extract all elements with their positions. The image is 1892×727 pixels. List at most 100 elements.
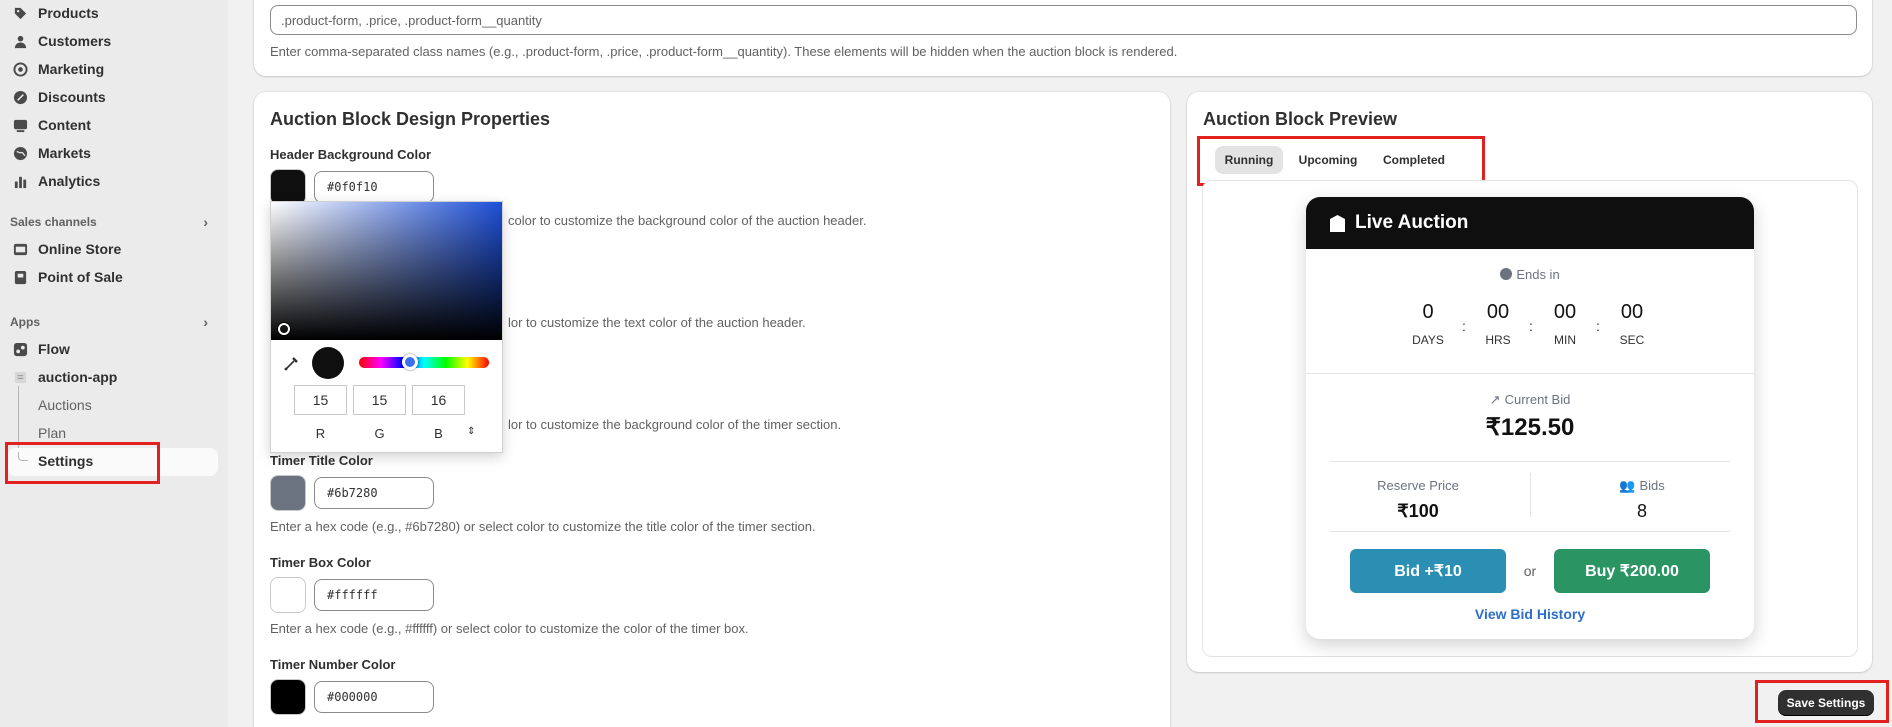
reserve-price-value: ₹100 <box>1397 501 1439 521</box>
people-icon: 👥 <box>1619 478 1636 493</box>
timer-days: 0 <box>1422 301 1434 323</box>
ends-in-label: Ends in <box>1516 267 1560 282</box>
timer-box-help: Enter a hex code (e.g., #ffffff) or sele… <box>270 621 749 636</box>
header-bg-hex-input[interactable]: #0f0f10 <box>314 171 434 203</box>
divider <box>1330 461 1730 462</box>
sidebar-item-content[interactable]: Content <box>10 112 218 138</box>
timer-title-hex-input[interactable]: #6b7280 <box>314 477 434 509</box>
green-input[interactable]: 15 <box>353 385 406 415</box>
trending-up-icon: ↗ <box>1489 392 1501 407</box>
timer-seconds: 00 <box>1620 301 1644 323</box>
sidebar-item-point-of-sale[interactable]: Point of Sale <box>10 264 218 290</box>
sidebar-item-label: Products <box>38 5 99 21</box>
saturation-area[interactable] <box>271 202 502 340</box>
current-bid-label-row: ↗ Current Bid <box>1306 392 1754 408</box>
timer-title-label: Timer Title Color <box>270 453 373 468</box>
divider <box>1330 531 1730 532</box>
format-toggle-icon[interactable]: ⇕ <box>467 426 475 437</box>
app-icon <box>12 369 28 385</box>
sidebar-item-products[interactable]: Products <box>10 0 218 26</box>
header-bg-label: Header Background Color <box>270 147 432 162</box>
timer-hours: 00 <box>1486 301 1510 323</box>
target-icon <box>12 61 28 77</box>
design-card-title: Auction Block Design Properties <box>270 109 551 129</box>
or-text: or <box>1523 563 1537 579</box>
sidebar-subitem-auctions[interactable]: Auctions <box>38 397 92 413</box>
sidebar: Products Customers Marketing Discounts C… <box>0 0 228 727</box>
sidebar-item-label: Flow <box>38 341 70 357</box>
sidebar-item-markets[interactable]: Markets <box>10 140 218 166</box>
blue-input[interactable]: 16 <box>412 385 465 415</box>
timer-box-label: Timer Box Color <box>270 555 371 570</box>
sidebar-item-label: Point of Sale <box>38 269 123 285</box>
apps-heading[interactable]: Apps › <box>10 314 208 330</box>
timer-number-hex-input[interactable]: #000000 <box>314 681 434 713</box>
timer-days-label: DAYS <box>1412 333 1444 347</box>
green-label: G <box>374 426 385 441</box>
header-text-help: lor to customize the text color of the a… <box>508 315 806 330</box>
hide-elements-help: Enter comma-separated class names (e.g.,… <box>270 44 1178 59</box>
timer-number-label: Timer Number Color <box>270 657 396 672</box>
sidebar-item-label: Customers <box>38 33 112 49</box>
sidebar-item-label: Online Store <box>38 241 122 257</box>
divider <box>1306 373 1754 374</box>
tag-icon <box>1330 214 1345 232</box>
sidebar-item-label: Analytics <box>38 173 101 189</box>
auction-header-title: Live Auction <box>1355 212 1469 233</box>
blue-label: B <box>434 426 443 441</box>
highlight-box <box>5 442 160 484</box>
chevron-right-icon: › <box>203 314 208 330</box>
timer-number-swatch[interactable] <box>270 679 306 715</box>
discount-icon <box>12 89 28 105</box>
timer-separator: : <box>1462 318 1466 334</box>
current-bid-label: Current Bid <box>1504 392 1571 407</box>
hue-handle[interactable] <box>402 354 418 370</box>
flow-icon <box>12 341 28 357</box>
timer-minutes: 00 <box>1553 301 1577 323</box>
ends-in: Ends in <box>1306 267 1754 282</box>
timer-title-swatch[interactable] <box>270 475 306 511</box>
view-bid-history-link[interactable]: View Bid History <box>1306 606 1754 622</box>
sidebar-item-label: Marketing <box>38 61 105 77</box>
red-input[interactable]: 15 <box>294 385 347 415</box>
sidebar-item-analytics[interactable]: Analytics <box>10 168 218 194</box>
auction-block: Live Auction Ends in 0 DAYS : 00 HRS : 0… <box>1306 197 1754 639</box>
saturation-handle[interactable] <box>278 323 290 335</box>
timer-seconds-label: SEC <box>1619 333 1645 347</box>
eyedropper-icon[interactable] <box>283 354 301 372</box>
hue-slider[interactable] <box>359 357 489 368</box>
tag-icon <box>12 5 28 21</box>
header-bg-help: color to customize the background color … <box>508 213 867 228</box>
current-bid-value: ₹125.50 <box>1485 414 1575 441</box>
buy-button[interactable]: Buy ₹200.00 <box>1554 549 1710 593</box>
timer-box-hex-input[interactable]: #ffffff <box>314 579 434 611</box>
person-icon <box>12 33 28 49</box>
header-bg-swatch[interactable] <box>270 169 306 205</box>
hide-elements-input[interactable]: .product-form, .price, .product-form__qu… <box>270 5 1857 35</box>
sidebar-item-label: Markets <box>38 145 91 161</box>
sidebar-subitem-plan[interactable]: Plan <box>38 425 66 441</box>
current-color-swatch <box>312 347 344 379</box>
timer-hours-label: HRS <box>1485 333 1511 347</box>
sales-channels-heading[interactable]: Sales channels › <box>10 214 208 230</box>
sidebar-item-discounts[interactable]: Discounts <box>10 84 218 110</box>
timer-title-help: Enter a hex code (e.g., #6b7280) or sele… <box>270 519 816 534</box>
bids-label: Bids <box>1639 478 1665 493</box>
color-picker-popover: 15 15 16 R G B ⇕ <box>270 201 503 453</box>
sidebar-item-customers[interactable]: Customers <box>10 28 218 54</box>
sidebar-item-label: Discounts <box>38 89 106 105</box>
timer-box-swatch[interactable] <box>270 577 306 613</box>
pos-icon <box>12 269 28 285</box>
sidebar-item-flow[interactable]: Flow <box>10 336 218 362</box>
sidebar-item-auction-app[interactable]: auction-app <box>10 364 218 390</box>
timer-minutes-label: MIN <box>1554 333 1576 347</box>
store-icon <box>12 241 28 257</box>
content-icon <box>12 117 28 133</box>
sidebar-item-label: Content <box>38 117 91 133</box>
sidebar-item-label: auction-app <box>38 369 118 385</box>
bid-button[interactable]: Bid +₹10 <box>1350 549 1506 593</box>
highlight-box <box>1755 680 1889 723</box>
sidebar-item-marketing[interactable]: Marketing <box>10 56 218 82</box>
sidebar-item-online-store[interactable]: Online Store <box>10 236 218 262</box>
bar-chart-icon <box>12 173 28 189</box>
